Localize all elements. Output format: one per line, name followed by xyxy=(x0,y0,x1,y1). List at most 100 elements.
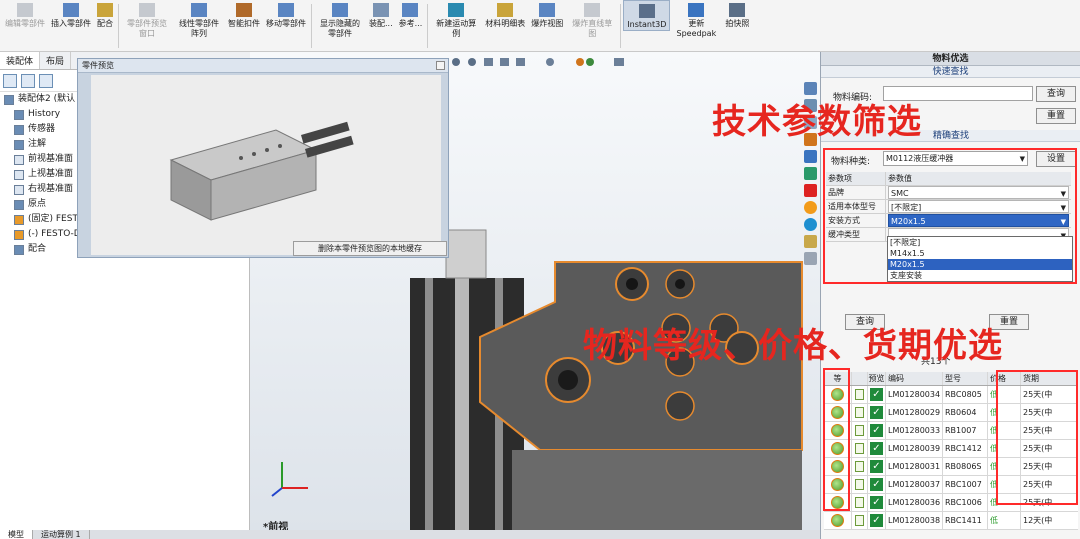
tree-item-label: 上视基准面 xyxy=(28,169,74,179)
motion-study-icon xyxy=(448,3,465,17)
quick-reset-button[interactable]: 重置 xyxy=(1036,108,1076,124)
col-code[interactable]: 编码 xyxy=(886,372,943,385)
toolbar-button-14[interactable]: Instant3D xyxy=(623,0,671,31)
move-component-icon xyxy=(278,3,294,17)
toolbar-separator xyxy=(118,4,119,48)
tab-model[interactable]: 模型 xyxy=(0,530,33,539)
settings-icon[interactable] xyxy=(803,252,817,265)
tab-assembly[interactable]: 装配体 xyxy=(0,52,41,69)
toolbar-button-5[interactable]: 智能扣件 xyxy=(225,0,263,29)
toolbar-button-8[interactable]: 装配... xyxy=(366,0,396,29)
col-doc xyxy=(852,372,868,385)
toolbar-button-1[interactable]: 插入零部件 xyxy=(48,0,94,29)
annotation-icon xyxy=(14,139,24,150)
camera-icon xyxy=(729,3,746,17)
model-cell: RB0806S xyxy=(943,458,988,475)
check-icon: ✓ xyxy=(870,442,883,455)
toolbar-label: 材料明细表 xyxy=(485,19,526,28)
model-cell: RB1007 xyxy=(943,422,988,439)
toolbar-separator xyxy=(311,4,312,48)
toolbar-label: 爆炸视图 xyxy=(531,19,564,28)
material-select-icon[interactable] xyxy=(803,201,817,214)
reference-geometry-icon xyxy=(402,3,419,17)
toolbox-icon[interactable] xyxy=(803,218,817,231)
heads-up-view-toolbar[interactable] xyxy=(446,56,646,68)
toolbar-button-11[interactable]: 材料明细表 xyxy=(482,0,528,29)
panel-header: 物料优选 xyxy=(821,52,1080,66)
part-icon xyxy=(14,214,24,225)
toolbar-button-7[interactable]: 显示隐藏的零部件 xyxy=(314,0,366,39)
feature-tree-icon[interactable] xyxy=(3,73,17,88)
col-model[interactable]: 型号 xyxy=(943,372,988,385)
toolbar-button-13[interactable]: 爆炸直线草图 xyxy=(566,0,618,39)
appearances-icon[interactable] xyxy=(803,167,817,180)
preview-cell: ✓ xyxy=(868,386,886,403)
preview-cell: ✓ xyxy=(868,422,886,439)
document-icon xyxy=(855,515,864,526)
clear-preview-cache-button[interactable]: 删除本零件预览图的本地缓存 xyxy=(293,241,447,256)
assembly-features-icon xyxy=(372,3,389,17)
model-cell: RBC0805 xyxy=(943,386,988,403)
toolbar-label: 线性零部件阵列 xyxy=(179,19,219,38)
tree-item-label: (固定) FEST xyxy=(28,214,78,224)
custom-props-icon[interactable] xyxy=(803,184,817,197)
tab-motion-study[interactable]: 运动算例 1 xyxy=(33,530,90,539)
mates-icon xyxy=(14,244,24,255)
toolbar-button-9[interactable]: 参考... xyxy=(396,0,426,29)
toolbar-label: 装配... xyxy=(369,19,393,28)
instant3d-icon xyxy=(638,4,655,18)
check-icon: ✓ xyxy=(870,460,883,473)
tree-item-label: 原点 xyxy=(28,199,47,209)
toolbar-label: 插入零部件 xyxy=(51,19,91,28)
explode-view-icon xyxy=(539,3,556,17)
part-icon xyxy=(14,229,24,240)
toolbar-button-10[interactable]: 新建运动算例 xyxy=(430,0,482,39)
notes-icon[interactable] xyxy=(803,235,817,248)
check-icon: ✓ xyxy=(870,406,883,419)
toolbar-button-12[interactable]: 爆炸视图 xyxy=(528,0,566,29)
col-preview[interactable]: 预览 xyxy=(868,372,886,385)
toolbar-button-0[interactable]: 编辑零部件 xyxy=(2,0,48,29)
check-icon: ✓ xyxy=(870,514,883,527)
tree-item-label: History xyxy=(28,109,61,119)
doc-cell xyxy=(852,458,868,475)
grade-highlight-box xyxy=(823,368,850,511)
coordinate-triad xyxy=(271,462,308,497)
doc-cell xyxy=(852,512,868,529)
toolbar-button-6[interactable]: 移动零部件 xyxy=(263,0,309,29)
quick-search-button[interactable]: 查询 xyxy=(1036,86,1076,102)
result-row[interactable]: ✓ LM01280038 RBC1411 低 12天(中 xyxy=(824,512,1078,530)
tree-item-label: 配合 xyxy=(28,244,47,254)
command-manager-toolbar: 编辑零部件 插入零部件 配合 零部件预览窗口 线性零部件阵列 智能扣件 移动零部件 显示隐藏的… xyxy=(0,0,1080,52)
toolbar-label: 显示隐藏的零部件 xyxy=(320,19,360,38)
tab-layout[interactable]: 布局 xyxy=(40,52,72,69)
code-cell: LM01280037 xyxy=(886,476,943,493)
view-palette-icon[interactable] xyxy=(803,150,817,163)
toolbar-label: 参考... xyxy=(398,19,423,28)
toolbar-button-16[interactable]: 拍快照 xyxy=(722,0,752,29)
show-hidden-icon xyxy=(332,3,348,17)
tree-item-label: 装配体2 (默认 xyxy=(18,94,76,104)
preview-image xyxy=(91,75,441,255)
preview-window-icon xyxy=(139,3,155,17)
preview-cell: ✓ xyxy=(868,404,886,421)
toolbar-button-3[interactable]: 零部件预览窗口 xyxy=(121,0,173,39)
model-cell: RB0604 xyxy=(943,404,988,421)
check-icon: ✓ xyxy=(870,424,883,437)
preview-cell: ✓ xyxy=(868,440,886,457)
config-manager-icon[interactable] xyxy=(39,73,53,88)
preview-title: 零件预览 xyxy=(78,59,448,73)
toolbar-button-4[interactable]: 线性零部件阵列 xyxy=(173,0,225,39)
history-icon xyxy=(14,109,24,120)
property-manager-icon[interactable] xyxy=(21,73,35,88)
params-highlight-box xyxy=(823,148,1077,284)
panel-title: 物料优选 xyxy=(932,54,969,64)
linear-pattern-icon xyxy=(191,3,207,17)
preview-close-icon[interactable] xyxy=(436,61,445,70)
toolbar-button-2[interactable]: 配合 xyxy=(94,0,116,29)
document-icon xyxy=(855,479,864,490)
part-preview-window: 零件预览 删除本零件预览图的本地缓存 xyxy=(77,58,449,258)
grade-cell xyxy=(824,512,852,529)
toolbar-button-15[interactable]: 更新Speedpak xyxy=(670,0,722,39)
toolbar-separator xyxy=(427,4,429,48)
